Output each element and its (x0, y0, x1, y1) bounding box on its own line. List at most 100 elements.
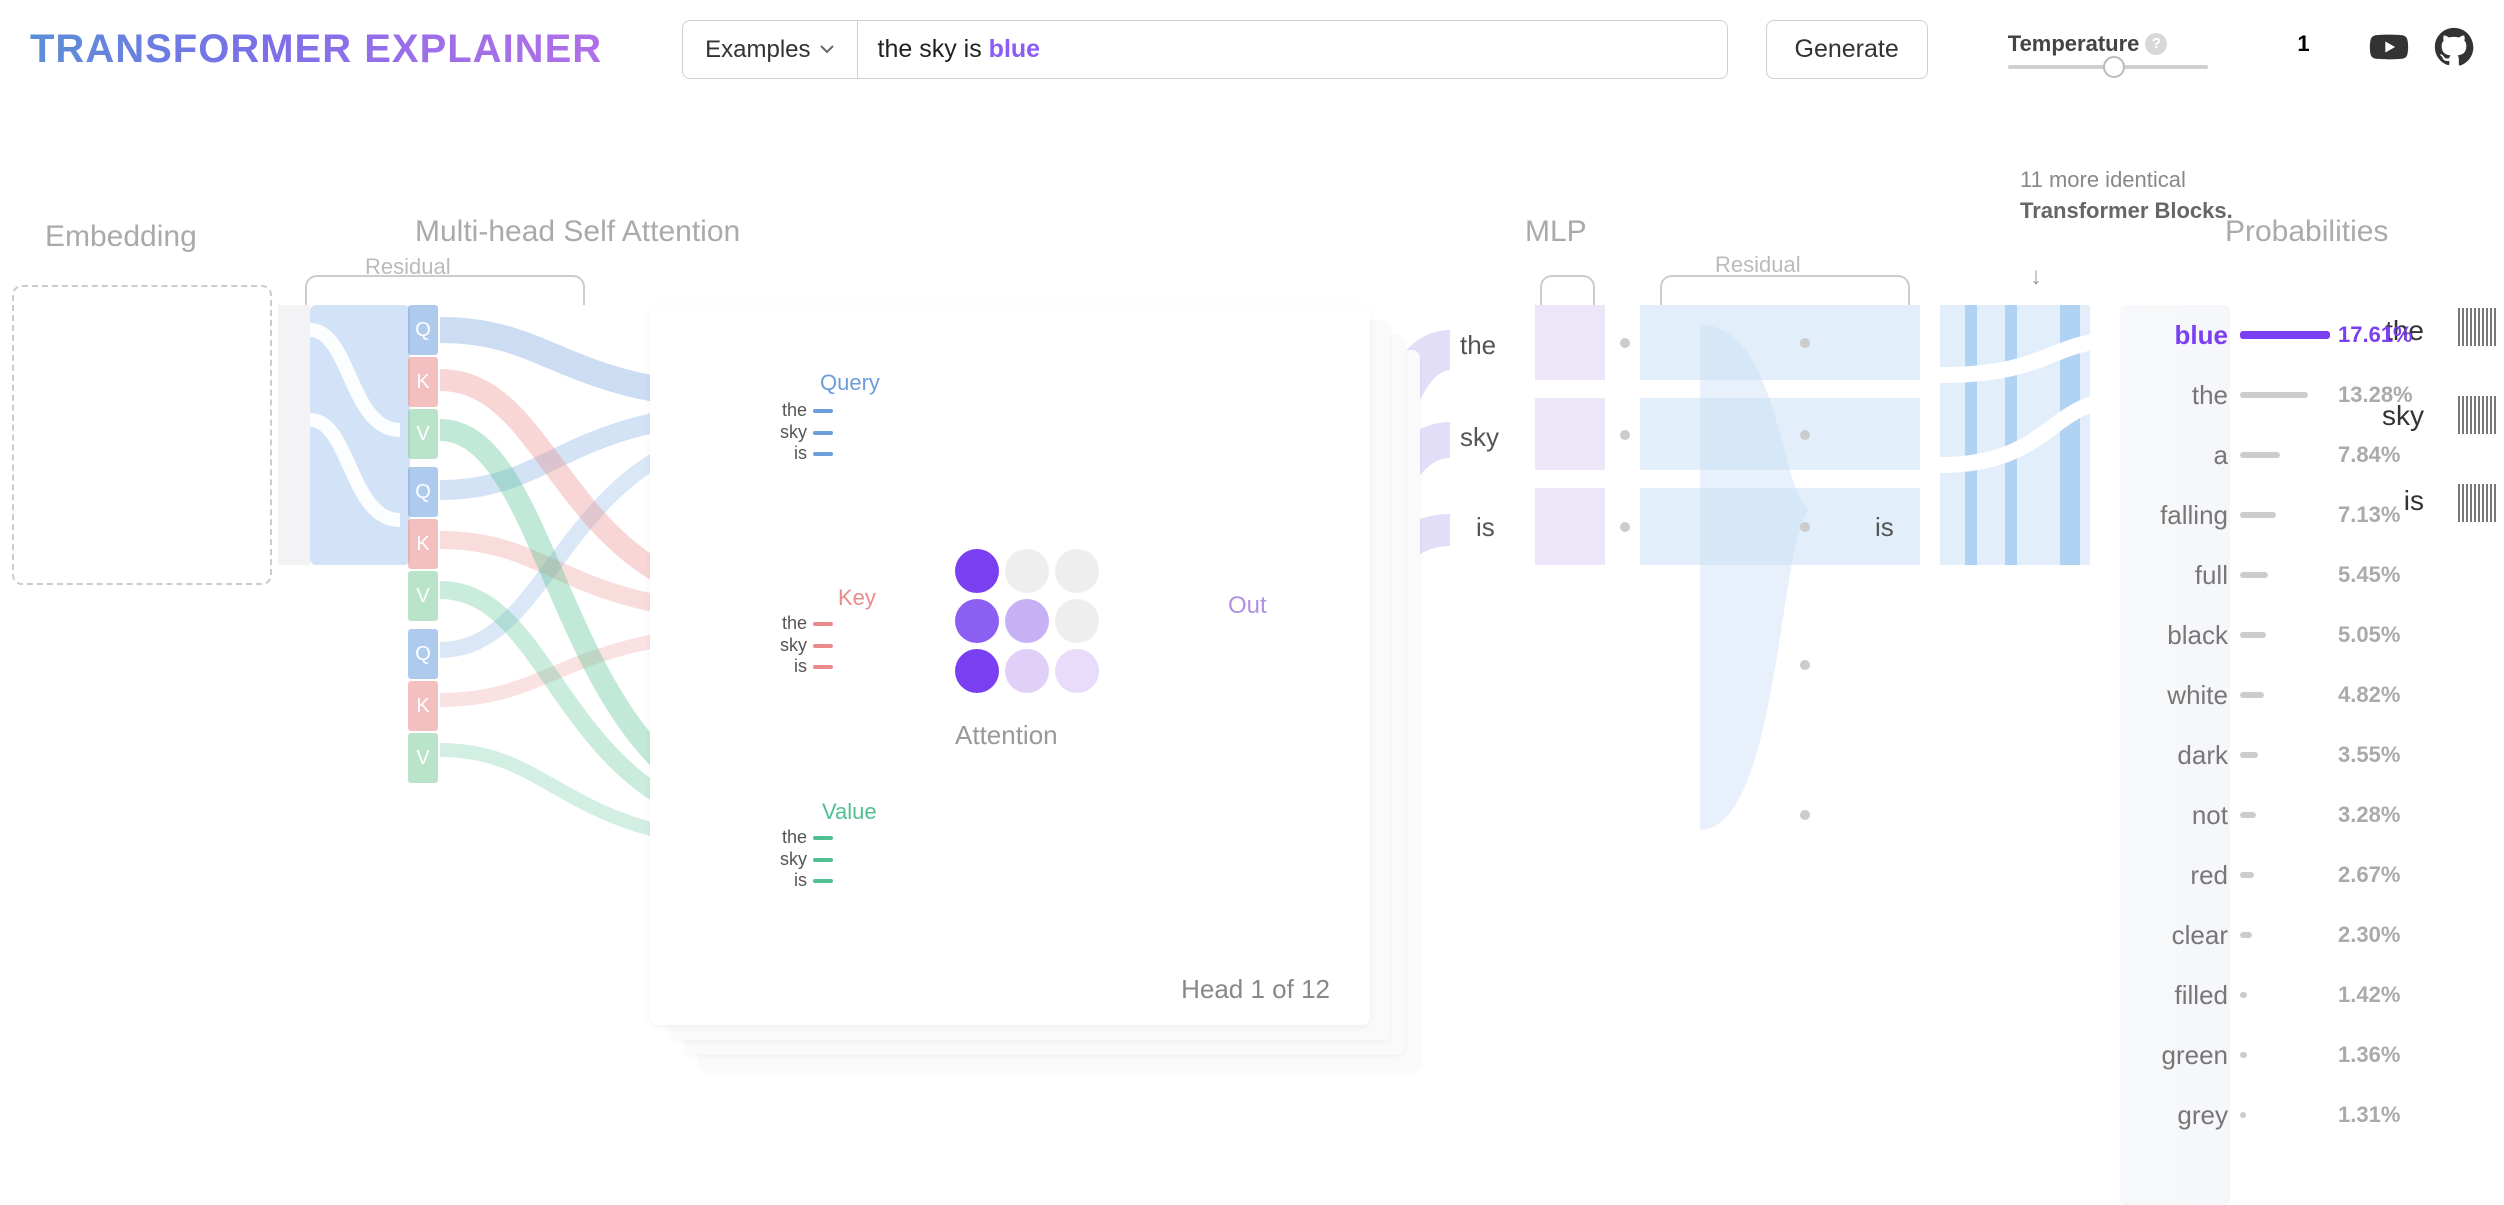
prob-pct: 1.42% (2338, 982, 2428, 1008)
prob-word: clear (2120, 920, 2240, 951)
prob-word: full (2120, 560, 2240, 591)
prob-pct: 17.61% (2338, 322, 2428, 348)
header: Transformer Explainer Examples the sky i… (0, 0, 2504, 99)
residual-bracket (305, 275, 585, 305)
prob-word: a (2120, 440, 2240, 471)
temperature-value: 1 (2297, 31, 2309, 57)
predicted-token: blue (989, 35, 1040, 63)
attention-title: Attention (955, 720, 1058, 751)
attention-panel[interactable]: Query Key Value the sky is the sky is th… (650, 305, 1370, 1025)
out-label: Out (1228, 592, 1267, 620)
prob-word: not (2120, 800, 2240, 831)
prob-row[interactable]: black5.05% (2120, 605, 2470, 665)
prob-word: grey (2120, 1100, 2240, 1131)
temperature-slider[interactable] (2008, 65, 2208, 69)
q-cell[interactable]: Q (408, 467, 438, 517)
prob-pct: 7.84% (2338, 442, 2428, 468)
probabilities-list: blue 17.61% the13.28% a 7.84% falling 7.13% ful… (2120, 305, 2470, 1145)
residual-bracket-mlp-r (1660, 275, 1910, 305)
flow-band (310, 305, 410, 565)
k-cell[interactable]: K (408, 681, 438, 731)
prob-bar (2240, 572, 2330, 578)
temperature-control: Temperature ? 1 (2008, 31, 2310, 69)
embedding-box[interactable] (12, 285, 272, 585)
prob-row[interactable]: grey 1.31% (2120, 1085, 2470, 1145)
v-cell[interactable]: V (408, 571, 438, 621)
mlp-dot (1620, 430, 1630, 440)
prob-row[interactable]: full5.45% (2120, 545, 2470, 605)
prompt-input[interactable]: the sky is blue (858, 20, 1728, 79)
q-cell[interactable]: Q (408, 629, 438, 679)
prob-word: blue (2120, 320, 2240, 351)
prob-bar (2240, 692, 2330, 698)
slider-thumb[interactable] (2103, 56, 2125, 78)
prob-row[interactable]: blue 17.61% (2120, 305, 2470, 365)
prob-row[interactable]: falling 7.13% (2120, 485, 2470, 545)
prob-word: falling (2120, 500, 2240, 531)
mlp-token: the (1460, 330, 1496, 361)
prob-pct: 5.05% (2338, 622, 2428, 648)
examples-label: Examples (705, 36, 810, 64)
temperature-label: Temperature ? (2008, 31, 2168, 57)
prob-word: red (2120, 860, 2240, 891)
k-cell[interactable]: K (408, 519, 438, 569)
mini-tokens-q: the sky is (780, 400, 833, 465)
prob-bar (2240, 392, 2330, 398)
prob-bar (2240, 1112, 2330, 1118)
prob-row[interactable]: filled1.42% (2120, 965, 2470, 1025)
prob-row[interactable]: green1.36% (2120, 1025, 2470, 1085)
app-logo: Transformer Explainer (30, 27, 602, 72)
prob-row[interactable]: dark 3.55% (2120, 725, 2470, 785)
prob-row[interactable]: a 7.84% (2120, 425, 2470, 485)
prob-pct: 2.30% (2338, 922, 2428, 948)
arrow-down-icon: ↓ (2030, 263, 2042, 291)
prob-row[interactable]: the13.28% (2120, 365, 2470, 425)
mlp-dot (1800, 430, 1810, 440)
prob-pct: 7.13% (2338, 502, 2428, 528)
attention-matrix[interactable] (955, 549, 1099, 693)
prob-row[interactable]: white4.82% (2120, 665, 2470, 725)
prob-bar (2240, 812, 2330, 818)
v-cell[interactable]: V (408, 733, 438, 783)
prob-row[interactable]: red2.67% (2120, 845, 2470, 905)
residual-bracket-mlp-l (1540, 275, 1595, 305)
youtube-icon[interactable] (2369, 27, 2409, 72)
mlp-dot (1620, 522, 1630, 532)
mlp-dot (1800, 810, 1810, 820)
mlp-dot (1800, 338, 1810, 348)
embed-column (278, 305, 310, 565)
prob-word: dark (2120, 740, 2240, 771)
attention-label: Multi-head Self Attention (415, 215, 740, 249)
head-indicator[interactable]: Head 1 of 12 (1181, 974, 1330, 1005)
mlp-dot (1800, 660, 1810, 670)
examples-dropdown[interactable]: Examples (682, 20, 857, 79)
mlp-token: is (1476, 512, 1495, 543)
prob-bar (2240, 992, 2330, 998)
mlp-dot (1620, 338, 1630, 348)
prob-bar (2240, 632, 2330, 638)
prob-row[interactable]: not 3.28% (2120, 785, 2470, 845)
generate-button[interactable]: Generate (1766, 20, 1928, 79)
help-icon[interactable]: ? (2145, 33, 2167, 55)
prob-bar (2240, 872, 2330, 878)
mini-tokens-k: the sky is (780, 613, 833, 678)
k-cell[interactable]: K (408, 357, 438, 407)
architecture-diagram: Embedding Multi-head Self Attention Resi… (0, 150, 2504, 1150)
mlp-label: MLP (1525, 215, 1587, 249)
prob-pct: 1.31% (2338, 1102, 2428, 1128)
residual-token: is (1875, 512, 1894, 543)
prompt-text: the sky is (878, 35, 989, 63)
mlp-token: sky (1460, 422, 1499, 453)
qkv-column: Q K V Q K V Q K V (408, 305, 438, 785)
v-cell[interactable]: V (408, 409, 438, 459)
prob-pct: 4.82% (2338, 682, 2428, 708)
prob-pct: 3.28% (2338, 802, 2428, 828)
github-icon[interactable] (2434, 27, 2474, 72)
prob-row[interactable]: clear 2.30% (2120, 905, 2470, 965)
q-cell[interactable]: Q (408, 305, 438, 355)
prob-bar (2240, 512, 2330, 518)
probabilities-label: Probabilities (2225, 215, 2388, 249)
embedding-label: Embedding (45, 220, 197, 254)
prob-pct: 3.55% (2338, 742, 2428, 768)
prob-bar (2240, 1052, 2330, 1058)
